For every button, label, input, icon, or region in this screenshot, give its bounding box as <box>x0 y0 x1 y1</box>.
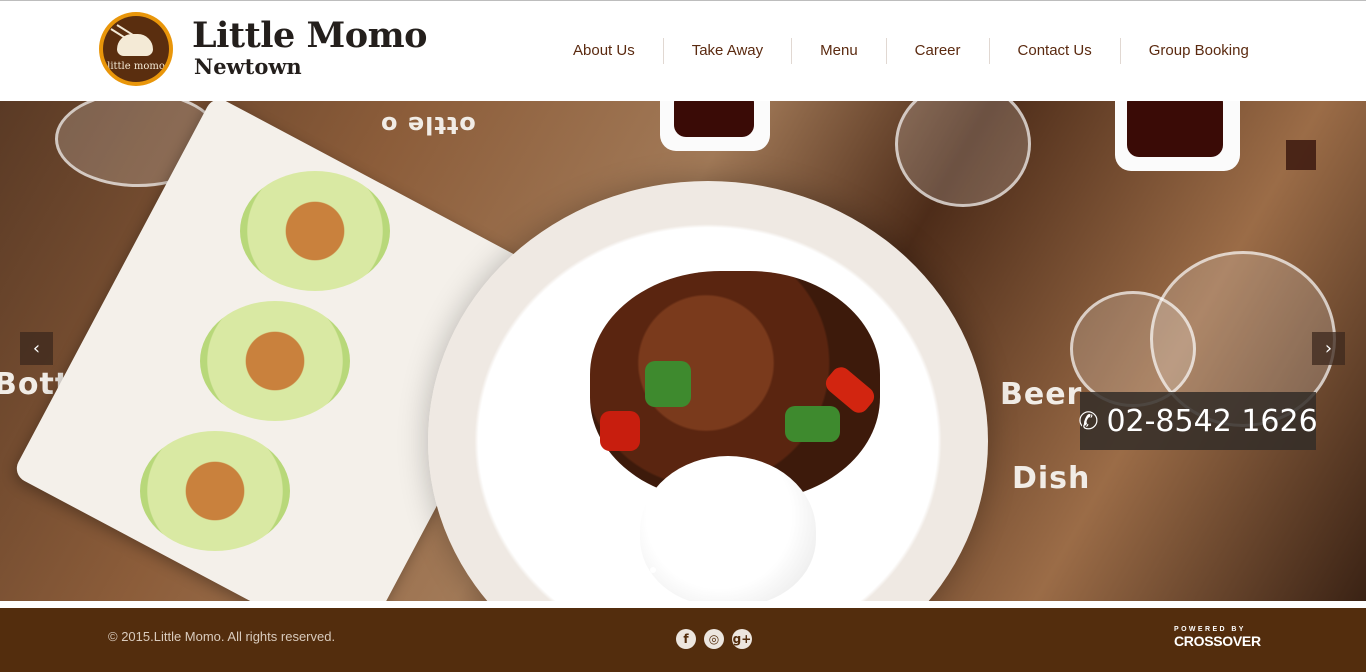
footer-divider <box>0 601 1366 608</box>
nav-group-booking[interactable]: Group Booking <box>1119 38 1277 64</box>
instagram-icon[interactable]: ◎ <box>704 629 724 649</box>
hero-slider: Bottle Beer Dish ottle o ‹ › ✆ 02-8542 1… <box>0 101 1366 601</box>
crossover-brand: CROSSOVER <box>1174 633 1261 649</box>
nav-contact-us[interactable]: Contact Us <box>988 38 1120 64</box>
slider-dot-active[interactable] <box>622 562 638 578</box>
chevron-left-icon: ‹ <box>32 338 41 359</box>
slider-dot[interactable] <box>710 567 716 573</box>
photo-text: Dish <box>1012 461 1091 496</box>
lettuce-cup <box>200 301 350 421</box>
photo-text: Beer <box>1000 377 1083 412</box>
slider-dot[interactable] <box>690 567 696 573</box>
google-plus-icon[interactable]: g+ <box>732 629 752 649</box>
lettuce-cup <box>240 171 390 291</box>
red-pepper <box>600 411 640 451</box>
logo-text: little momo <box>107 61 165 72</box>
slider-next-button[interactable]: › <box>1312 332 1345 365</box>
green-pepper <box>645 361 691 407</box>
chevron-right-icon: › <box>1324 338 1333 359</box>
powered-by-label: POWERED BY <box>1174 626 1246 633</box>
powered-by-logo[interactable]: POWERED BY CROSSOVER <box>1174 626 1261 649</box>
slider-dot[interactable] <box>650 567 656 573</box>
phone-number: 02-8542 1626 <box>1106 403 1318 439</box>
nav-about-us[interactable]: About Us <box>545 38 663 64</box>
green-pepper <box>785 406 840 442</box>
wine-glass <box>895 101 1031 207</box>
slider-prev-button[interactable]: ‹ <box>20 332 53 365</box>
logo[interactable]: little momo <box>99 12 173 86</box>
logo-badge: little momo <box>103 16 169 82</box>
sauce-dish <box>1115 101 1240 171</box>
facebook-icon[interactable]: f <box>676 629 696 649</box>
rice-mound <box>640 456 816 601</box>
slider-dot[interactable] <box>670 567 676 573</box>
slider-pause-button[interactable] <box>1286 140 1316 170</box>
site-header: little momo Little Momo Newtown About Us… <box>0 1 1366 101</box>
site-footer: © 2015.Little Momo. All rights reserved.… <box>0 608 1366 672</box>
phone-icon: ✆ <box>1078 407 1099 435</box>
nav-menu[interactable]: Menu <box>791 38 886 64</box>
main-nav: About Us Take Away Menu Career Contact U… <box>545 31 1277 71</box>
wine-glass <box>1070 291 1196 407</box>
photo-text: ottle o <box>380 111 476 139</box>
copyright-text: © 2015.Little Momo. All rights reserved. <box>108 629 336 644</box>
phone-banner[interactable]: ✆ 02-8542 1626 <box>1078 392 1318 450</box>
nav-career[interactable]: Career <box>885 38 989 64</box>
social-links: f ◎ g+ <box>676 629 760 649</box>
nav-take-away[interactable]: Take Away <box>662 38 791 64</box>
lettuce-cup <box>140 431 290 551</box>
slider-pagination <box>622 562 750 578</box>
dumpling-icon <box>117 34 153 56</box>
sauce-dish <box>660 101 770 151</box>
slider-dot[interactable] <box>730 567 736 573</box>
brand-location: Newtown <box>194 54 302 79</box>
brand-name[interactable]: Little Momo <box>192 15 427 56</box>
